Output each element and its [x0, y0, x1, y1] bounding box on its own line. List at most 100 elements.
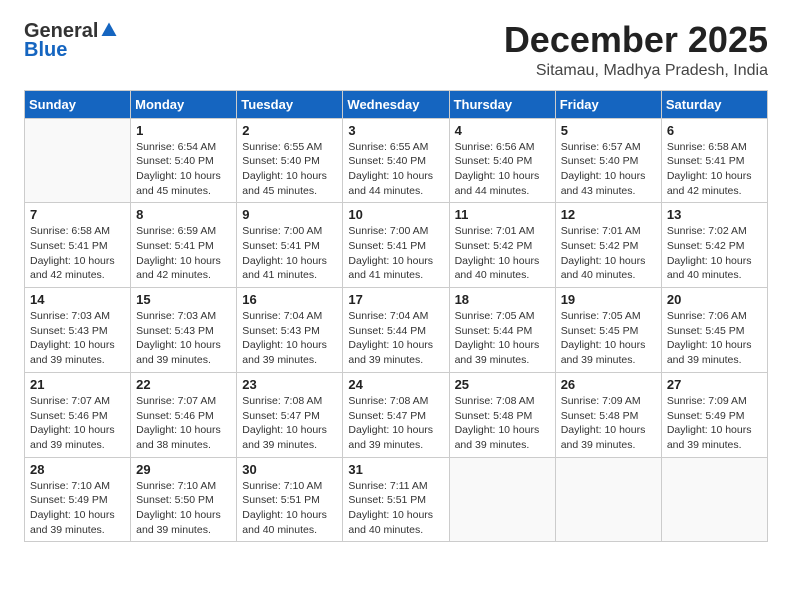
calendar-cell: 22 Sunrise: 7:07 AM Sunset: 5:46 PM Dayli… — [131, 372, 237, 457]
day-number: 20 — [667, 292, 762, 307]
day-info: Sunrise: 7:11 AM Sunset: 5:51 PM Dayligh… — [348, 479, 443, 538]
calendar-cell: 26 Sunrise: 7:09 AM Sunset: 5:48 PM Dayli… — [555, 372, 661, 457]
day-number: 19 — [561, 292, 656, 307]
day-info: Sunrise: 7:04 AM Sunset: 5:44 PM Dayligh… — [348, 309, 443, 368]
calendar-cell: 6Sunrise: 6:58 AM Sunset: 5:41 PM Daylig… — [661, 118, 767, 203]
day-info: Sunrise: 7:08 AM Sunset: 5:47 PM Dayligh… — [348, 394, 443, 453]
calendar-cell: 23 Sunrise: 7:08 AM Sunset: 5:47 PM Dayli… — [237, 372, 343, 457]
day-info: Sunrise: 6:55 AM Sunset: 5:40 PM Dayligh… — [348, 140, 443, 199]
calendar-cell — [449, 457, 555, 542]
day-info: Sunrise: 7:09 AM Sunset: 5:49 PM Dayligh… — [667, 394, 762, 453]
calendar-cell: 1 Sunrise: 6:54 AM Sunset: 5:40 PM Daylig… — [131, 118, 237, 203]
day-number: 8 — [136, 207, 231, 222]
calendar-week-row: 28 Sunrise: 7:10 AM Sunset: 5:49 PM Dayli… — [25, 457, 768, 542]
day-number: 14 — [30, 292, 125, 307]
day-info: Sunrise: 7:01 AM Sunset: 5:42 PM Dayligh… — [455, 224, 550, 283]
calendar-cell: 15Sunrise: 7:03 AM Sunset: 5:43 PM Dayli… — [131, 288, 237, 373]
day-info: Sunrise: 6:58 AM Sunset: 5:41 PM Dayligh… — [30, 224, 125, 283]
day-number: 11 — [455, 207, 550, 222]
day-number: 4 — [455, 123, 550, 138]
calendar-cell — [25, 118, 131, 203]
day-info: Sunrise: 7:01 AM Sunset: 5:42 PM Dayligh… — [561, 224, 656, 283]
day-number: 9 — [242, 207, 337, 222]
day-number: 2 — [242, 123, 337, 138]
day-number: 16 — [242, 292, 337, 307]
day-info: Sunrise: 7:05 AM Sunset: 5:45 PM Dayligh… — [561, 309, 656, 368]
day-info: Sunrise: 7:10 AM Sunset: 5:51 PM Dayligh… — [242, 479, 337, 538]
day-info: Sunrise: 7:10 AM Sunset: 5:49 PM Dayligh… — [30, 479, 125, 538]
day-number: 25 — [455, 377, 550, 392]
day-number: 13 — [667, 207, 762, 222]
day-number: 28 — [30, 462, 125, 477]
weekday-header: Thursday — [449, 90, 555, 118]
day-info: Sunrise: 7:07 AM Sunset: 5:46 PM Dayligh… — [136, 394, 231, 453]
day-info: Sunrise: 7:00 AM Sunset: 5:41 PM Dayligh… — [242, 224, 337, 283]
day-number: 7 — [30, 207, 125, 222]
page-header: General Blue December 2025 Sitamau, Madh… — [24, 20, 768, 80]
day-info: Sunrise: 7:07 AM Sunset: 5:46 PM Dayligh… — [30, 394, 125, 453]
day-number: 5 — [561, 123, 656, 138]
day-number: 30 — [242, 462, 337, 477]
day-number: 23 — [242, 377, 337, 392]
calendar-week-row: 1 Sunrise: 6:54 AM Sunset: 5:40 PM Daylig… — [25, 118, 768, 203]
day-info: Sunrise: 7:09 AM Sunset: 5:48 PM Dayligh… — [561, 394, 656, 453]
day-number: 26 — [561, 377, 656, 392]
calendar-cell: 18Sunrise: 7:05 AM Sunset: 5:44 PM Dayli… — [449, 288, 555, 373]
calendar-cell — [661, 457, 767, 542]
calendar-cell: 4 Sunrise: 6:56 AM Sunset: 5:40 PM Daylig… — [449, 118, 555, 203]
day-number: 10 — [348, 207, 443, 222]
day-number: 24 — [348, 377, 443, 392]
day-info: Sunrise: 6:59 AM Sunset: 5:41 PM Dayligh… — [136, 224, 231, 283]
weekday-header: Sunday — [25, 90, 131, 118]
day-info: Sunrise: 7:08 AM Sunset: 5:48 PM Dayligh… — [455, 394, 550, 453]
calendar-cell — [555, 457, 661, 542]
calendar-cell: 28 Sunrise: 7:10 AM Sunset: 5:49 PM Dayli… — [25, 457, 131, 542]
logo-icon — [100, 21, 118, 39]
calendar-cell: 5 Sunrise: 6:57 AM Sunset: 5:40 PM Daylig… — [555, 118, 661, 203]
day-info: Sunrise: 7:05 AM Sunset: 5:44 PM Dayligh… — [455, 309, 550, 368]
calendar-cell: 19 Sunrise: 7:05 AM Sunset: 5:45 PM Dayli… — [555, 288, 661, 373]
day-info: Sunrise: 7:04 AM Sunset: 5:43 PM Dayligh… — [242, 309, 337, 368]
day-number: 27 — [667, 377, 762, 392]
calendar-cell: 12 Sunrise: 7:01 AM Sunset: 5:42 PM Dayli… — [555, 203, 661, 288]
calendar-cell: 20Sunrise: 7:06 AM Sunset: 5:45 PM Dayli… — [661, 288, 767, 373]
day-number: 1 — [136, 123, 231, 138]
weekday-header: Monday — [131, 90, 237, 118]
calendar-cell: 30 Sunrise: 7:10 AM Sunset: 5:51 PM Dayli… — [237, 457, 343, 542]
calendar-cell: 10 Sunrise: 7:00 AM Sunset: 5:41 PM Dayli… — [343, 203, 449, 288]
day-info: Sunrise: 7:00 AM Sunset: 5:41 PM Dayligh… — [348, 224, 443, 283]
day-info: Sunrise: 7:08 AM Sunset: 5:47 PM Dayligh… — [242, 394, 337, 453]
day-number: 17 — [348, 292, 443, 307]
calendar-week-row: 21Sunrise: 7:07 AM Sunset: 5:46 PM Dayli… — [25, 372, 768, 457]
month-title: December 2025 — [504, 20, 768, 60]
title-block: December 2025 Sitamau, Madhya Pradesh, I… — [504, 20, 768, 80]
day-number: 6 — [667, 123, 762, 138]
day-number: 29 — [136, 462, 231, 477]
day-info: Sunrise: 6:57 AM Sunset: 5:40 PM Dayligh… — [561, 140, 656, 199]
weekday-header: Wednesday — [343, 90, 449, 118]
day-number: 22 — [136, 377, 231, 392]
calendar-cell: 8 Sunrise: 6:59 AM Sunset: 5:41 PM Daylig… — [131, 203, 237, 288]
calendar-cell: 17 Sunrise: 7:04 AM Sunset: 5:44 PM Dayli… — [343, 288, 449, 373]
day-number: 12 — [561, 207, 656, 222]
day-info: Sunrise: 7:02 AM Sunset: 5:42 PM Dayligh… — [667, 224, 762, 283]
calendar-cell: 16 Sunrise: 7:04 AM Sunset: 5:43 PM Dayli… — [237, 288, 343, 373]
calendar-cell: 9 Sunrise: 7:00 AM Sunset: 5:41 PM Daylig… — [237, 203, 343, 288]
weekday-header: Friday — [555, 90, 661, 118]
day-number: 15 — [136, 292, 231, 307]
calendar-cell: 13 Sunrise: 7:02 AM Sunset: 5:42 PM Dayli… — [661, 203, 767, 288]
day-info: Sunrise: 7:03 AM Sunset: 5:43 PM Dayligh… — [30, 309, 125, 368]
calendar-week-row: 14 Sunrise: 7:03 AM Sunset: 5:43 PM Dayli… — [25, 288, 768, 373]
calendar-cell: 7 Sunrise: 6:58 AM Sunset: 5:41 PM Daylig… — [25, 203, 131, 288]
calendar-table: SundayMondayTuesdayWednesdayThursdayFrid… — [24, 90, 768, 543]
calendar-cell: 25 Sunrise: 7:08 AM Sunset: 5:48 PM Dayli… — [449, 372, 555, 457]
day-number: 31 — [348, 462, 443, 477]
day-info: Sunrise: 7:10 AM Sunset: 5:50 PM Dayligh… — [136, 479, 231, 538]
location: Sitamau, Madhya Pradesh, India — [504, 62, 768, 80]
day-info: Sunrise: 6:56 AM Sunset: 5:40 PM Dayligh… — [455, 140, 550, 199]
day-number: 3 — [348, 123, 443, 138]
calendar-cell: 31 Sunrise: 7:11 AM Sunset: 5:51 PM Dayli… — [343, 457, 449, 542]
calendar-cell: 14 Sunrise: 7:03 AM Sunset: 5:43 PM Dayli… — [25, 288, 131, 373]
day-info: Sunrise: 6:54 AM Sunset: 5:40 PM Dayligh… — [136, 140, 231, 199]
calendar-cell: 21Sunrise: 7:07 AM Sunset: 5:46 PM Dayli… — [25, 372, 131, 457]
